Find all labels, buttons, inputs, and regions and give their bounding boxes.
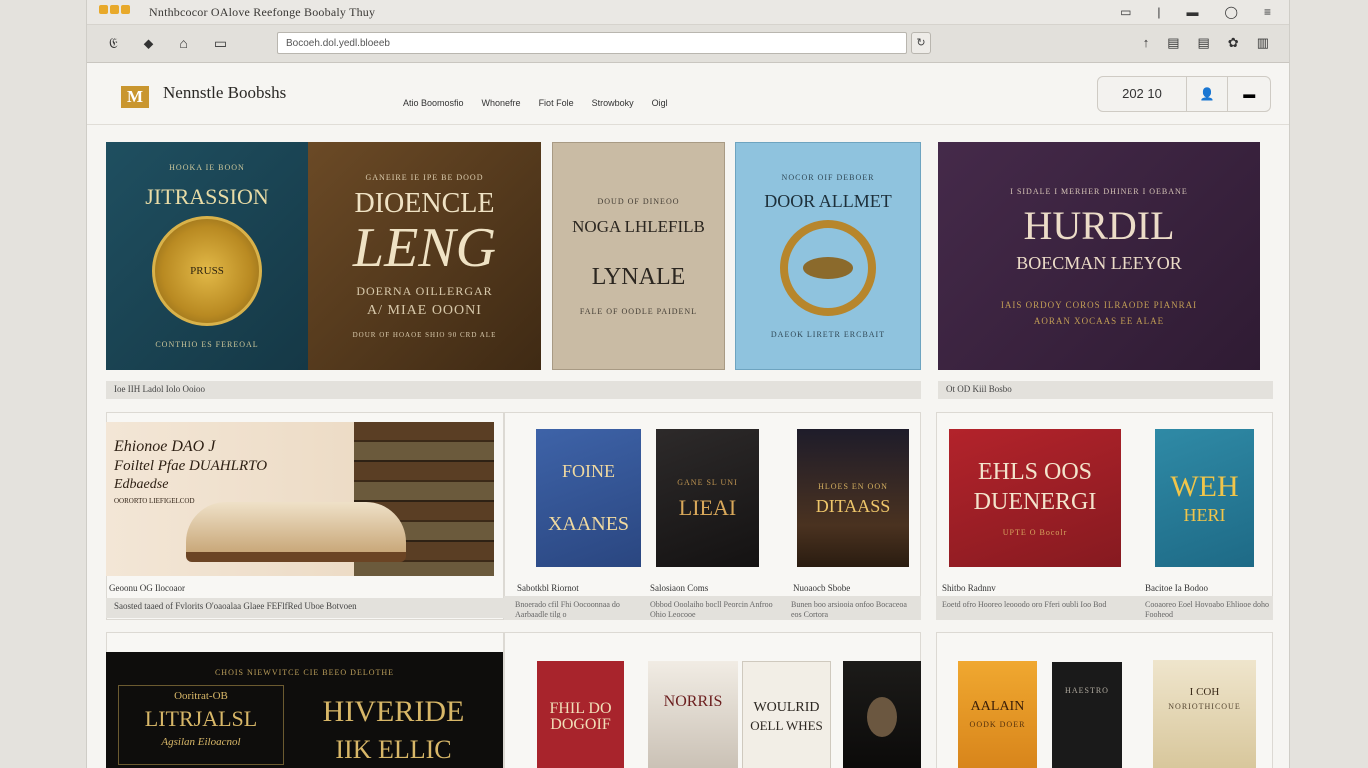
inset-cover: Ooritrat-OB LITRJALSL Agsilan Eiloacnol — [118, 685, 284, 765]
shelf-book-title[interactable]: Nuoaocb Sbobe — [793, 583, 850, 593]
book-cover[interactable]: FHIL DO DOGOIF — [537, 661, 624, 768]
book-cover[interactable]: I SIDALE I MERHER DHINER I OEBANE HURDIL… — [938, 142, 1260, 370]
reload-button[interactable]: ↻ — [911, 32, 931, 54]
tabs-icon[interactable]: ▬ — [1187, 5, 1199, 19]
shelf-book-title[interactable]: Salosiaon Coms — [650, 583, 708, 593]
back-icon[interactable]: 𝔈 — [109, 35, 118, 52]
book-cover[interactable]: FOINE XAANES — [536, 429, 641, 567]
forward-icon[interactable]: ⬥ — [144, 35, 154, 52]
glasses-icon[interactable]: ◯ — [1225, 5, 1238, 19]
nav-link[interactable]: Atio Boomosfio — [403, 98, 464, 108]
menu-icon[interactable]: ≡ — [1264, 5, 1271, 19]
book-cover[interactable]: NOCOR OIF DEBOER DOOR ALLMET DAEOK LIRET… — [735, 142, 921, 370]
browser-window: Nnthbcocor OAlove Reefonge Boobaly Thuy … — [86, 0, 1290, 768]
window-title: Nnthbcocor OAlove Reefonge Boobaly Thuy — [149, 5, 376, 19]
book-cover[interactable]: WEH HERI — [1155, 429, 1254, 567]
nav-link[interactable]: Strowboky — [592, 98, 634, 108]
shelf-book-title[interactable]: Sabotkbl Riornot — [517, 583, 579, 593]
shelf-book-title[interactable]: Bacitoe Ia Bodoo — [1145, 583, 1208, 593]
reader-icon[interactable]: ▤ — [1167, 35, 1179, 51]
divider-icon: | — [1157, 5, 1161, 19]
cart-count[interactable]: 202 10 — [1098, 76, 1187, 112]
share-icon[interactable]: ↑ — [1143, 35, 1150, 51]
user-icon[interactable]: 👤 — [1187, 76, 1229, 112]
feature-banner[interactable]: CHOIS NIEWVITCE CIE BEEO DELOTHE Ooritra… — [106, 652, 503, 768]
book-cover[interactable]: DOUD OF DINEOO NOGA LHLEFILB LYNALE FALE… — [552, 142, 725, 370]
home-icon[interactable]: ⌂ — [179, 35, 187, 52]
open-book-image — [186, 502, 406, 562]
laurel-wreath-icon — [780, 220, 876, 316]
shelf-book-title[interactable]: Shitbo Radnnv — [942, 583, 996, 593]
book-cover[interactable]: I COH NORIOTHICOUE — [1153, 660, 1256, 768]
account-widget: 202 10 👤 ▬ — [1097, 76, 1271, 112]
feature-caption: Saosted taaed of Fvlorits O'oaoalaa Glae… — [106, 598, 504, 618]
book-cover[interactable]: WOULRID OELL WHES — [742, 661, 831, 768]
nav-link[interactable]: Fiot Fole — [539, 98, 574, 108]
window-controls[interactable] — [99, 5, 130, 14]
book-cover[interactable]: NORRIS — [648, 661, 738, 768]
site-brand[interactable]: Nennstle Boobshs — [163, 83, 286, 103]
site-nav: Atio Boomosfio Whonefre Fiot Fole Strowb… — [403, 98, 668, 108]
library-icon[interactable]: ▥ — [1257, 35, 1269, 51]
browser-toolbar: 𝔈 ⬥ ⌂ ▭ Bocoeh.dol.yedl.bloeeb ↻ ↑ ▤ ▤ ✿… — [87, 25, 1289, 63]
shelf-book-desc: Bunen boo arsiooia onfoo Bocaceoa eos Co… — [791, 600, 907, 618]
feature-banner[interactable]: Ehionoe DAO J Foiltel Pfae DUAHLRTO Edba… — [106, 422, 494, 576]
toolbar-right: ↑ ▤ ▤ ✿ ▥ — [1143, 35, 1269, 51]
title-bar-icons: ▭ | ▬ ◯ ≡ — [1120, 5, 1271, 19]
sidebar-icon[interactable]: ▭ — [1120, 5, 1131, 19]
book-cover[interactable]: EHLS OOS DUENERGI UPTE O Bocolr — [949, 429, 1121, 567]
shelf-book-desc: Obbod Ooolaiho bocll Peorcin Anfroo Ohio… — [650, 600, 773, 618]
nav-link[interactable]: Oigl — [652, 98, 668, 108]
book-cover[interactable]: HLOES EN OON DITAASS — [797, 429, 909, 567]
site-logo[interactable]: M — [121, 86, 149, 108]
book-cover[interactable] — [843, 661, 921, 768]
book-cover[interactable]: GANE SL UNI LIEAI — [656, 429, 759, 567]
bookmarks-icon[interactable]: ▤ — [1198, 35, 1210, 51]
nav-link[interactable]: Whonefre — [482, 98, 521, 108]
feature-title[interactable]: Geoonu OG Ilocoaor — [109, 583, 185, 593]
close-dot-icon[interactable] — [99, 5, 108, 14]
site-header: M Nennstle Boobshs Atio Boomosfio Whonef… — [87, 63, 1289, 125]
extension-icon[interactable]: ✿ — [1228, 35, 1239, 51]
shelf-book-desc: Cooaoreo Eoel Hovoabo Ehliooe doho Foohe… — [1145, 600, 1269, 618]
shelf-book-desc: Bnoerado cfil Fhi Oocoonnaa do Aarbaadle… — [515, 600, 620, 618]
shelf-book-desc: Eoetd ofro Hooreo leooodo oro Fferi oubl… — [942, 600, 1107, 609]
row-caption: Ot OD Kiil Bosbo — [938, 381, 1273, 399]
book-cover[interactable]: HAESTRO — [1052, 662, 1122, 768]
book-cover[interactable]: AALAIN OODK DOER — [958, 661, 1037, 768]
menu-icon[interactable]: ▬ — [1228, 76, 1270, 112]
maximize-dot-icon[interactable] — [121, 5, 130, 14]
book-cover[interactable]: HOOKA IE BOON JITRASSION PRUSS CONTHIO E… — [106, 142, 308, 370]
toolbar-left: 𝔈 ⬥ ⌂ ▭ — [109, 35, 227, 52]
row-caption: Ioe IIH Ladol Iolo Ooioo — [106, 381, 921, 399]
minimize-dot-icon[interactable] — [110, 5, 119, 14]
seal-icon: PRUSS — [152, 216, 262, 326]
title-bar: Nnthbcocor OAlove Reefonge Boobaly Thuy … — [87, 0, 1289, 25]
tab-view-icon[interactable]: ▭ — [214, 35, 227, 52]
book-cover[interactable]: GANEIRE IE IPE BE DOOD DIOENCLE LENG DOE… — [308, 142, 541, 370]
address-bar[interactable]: Bocoeh.dol.yedl.bloeeb — [277, 32, 907, 54]
portrait-image — [867, 696, 897, 737]
